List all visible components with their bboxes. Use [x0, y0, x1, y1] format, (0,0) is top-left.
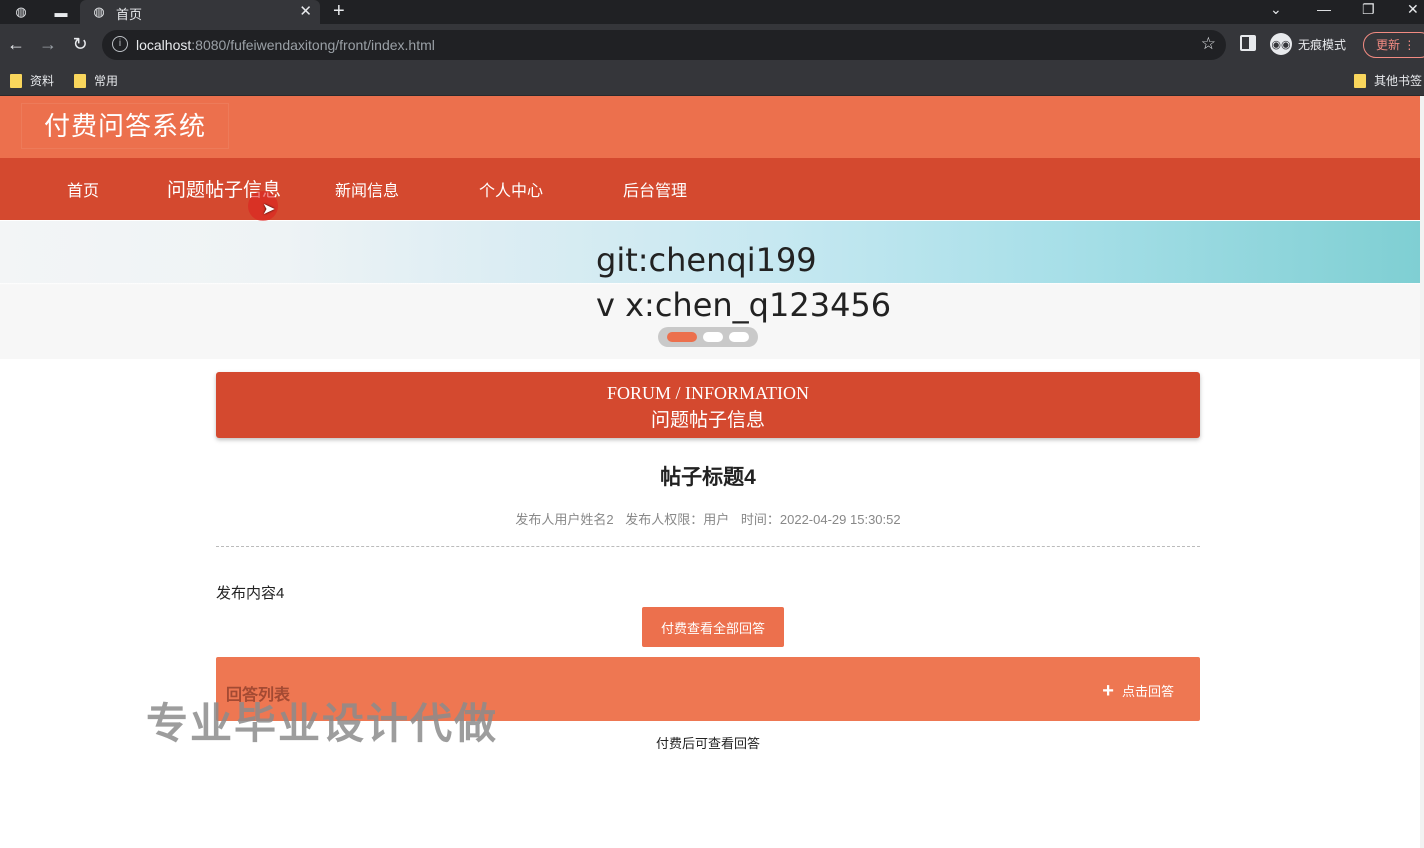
tab-title: 首页: [116, 7, 143, 22]
banner-carousel: git:chenqi199 v x:chen_q123456: [0, 221, 1420, 359]
divider: [216, 546, 1200, 547]
carousel-dot-active[interactable]: [667, 332, 697, 342]
bookmarks-bar: 资料 常用 其他书签: [0, 66, 1424, 96]
chevron-down-icon[interactable]: ⌄: [1270, 0, 1282, 18]
side-panel-icon[interactable]: [1240, 35, 1256, 51]
folder-icon: [74, 73, 86, 88]
section-heading-zh: 问题帖子信息: [650, 410, 765, 431]
update-button[interactable]: 更新 ⋮: [1363, 32, 1424, 58]
post-role: 发布人权限：用户: [625, 512, 730, 527]
banner-line-1: git:chenqi199: [596, 241, 817, 279]
post-author: 发布人用户姓名2: [515, 512, 614, 527]
post-meta: 发布人用户姓名2 发布人权限：用户 时间：2022-04-29 15:30:52: [216, 509, 1200, 528]
restore-button[interactable]: ❐: [1362, 0, 1375, 18]
globe-icon: ◍: [93, 4, 105, 19]
section-heading: FORUM / INFORMATION 问题帖子信息: [216, 372, 1200, 438]
pay-view-answers-button[interactable]: 付费查看全部回答: [642, 607, 784, 647]
nav-news[interactable]: 新闻信息: [335, 177, 399, 201]
bookmark-folder[interactable]: 资料: [10, 72, 54, 89]
site-logo[interactable]: 付费问答系统: [22, 104, 228, 148]
new-tab-button[interactable]: +: [333, 0, 345, 22]
address-bar[interactable]: i localhost:8080/fufeiwendaxitong/front/…: [102, 30, 1226, 60]
forward-arrow-icon[interactable]: →: [37, 33, 59, 55]
other-bookmarks[interactable]: 其他书签: [1354, 72, 1422, 89]
folder-icon: [10, 73, 22, 88]
incognito-indicator[interactable]: ◉◉ 无痕模式: [1270, 33, 1346, 55]
browser-tab-active[interactable]: ◍ 首页 ✕: [80, 0, 320, 24]
site-nav: 首页 问题帖子信息 新闻信息 个人中心 后台管理: [0, 158, 1420, 220]
url-text[interactable]: localhost:8080/fufeiwendaxitong/front/in…: [136, 37, 435, 53]
carousel-dot[interactable]: [703, 332, 723, 342]
window-icon[interactable]: ▬: [52, 3, 70, 21]
star-icon[interactable]: ☆: [1201, 34, 1216, 54]
nav-home[interactable]: 首页: [67, 177, 99, 201]
post-content: 发布内容4: [216, 585, 285, 602]
incognito-icon: ◉◉: [1270, 33, 1292, 55]
plus-icon: +: [1102, 679, 1114, 702]
close-icon[interactable]: ✕: [299, 2, 312, 20]
incognito-label: 无痕模式: [1298, 37, 1347, 52]
section-heading-en: FORUM / INFORMATION: [606, 383, 810, 403]
reply-button[interactable]: + 点击回答: [1102, 679, 1174, 702]
nav-personal-center[interactable]: 个人中心: [479, 177, 543, 201]
bookmark-folder[interactable]: 常用: [74, 72, 118, 89]
banner-line-2: v x:chen_q123456: [596, 286, 892, 324]
page-edge: [1420, 96, 1424, 848]
back-arrow-icon[interactable]: ←: [5, 33, 27, 55]
answers-hint: 付费后可查看回答: [655, 736, 760, 751]
carousel-dot[interactable]: [729, 332, 749, 342]
carousel-indicators: [658, 327, 758, 347]
post-time: 时间：2022-04-29 15:30:52: [740, 512, 901, 527]
browser-tab-strip: ◍ ▬ ◍ 首页 ✕ + ⌄ — ❐ ✕: [0, 0, 1424, 24]
nav-admin[interactable]: 后台管理: [623, 177, 687, 201]
info-icon[interactable]: i: [112, 36, 128, 52]
mouse-pointer-icon: ➤: [262, 201, 276, 218]
browser-toolbar: ← → ↻ i localhost:8080/fufeiwendaxitong/…: [0, 24, 1424, 66]
globe-icon[interactable]: ◍: [12, 3, 30, 21]
post-title: 帖子标题4: [660, 466, 756, 489]
reload-icon[interactable]: ↻: [69, 33, 91, 55]
folder-icon: [1354, 73, 1366, 88]
window-close-button[interactable]: ✕: [1407, 0, 1419, 18]
site-header: 付费问答系统: [0, 96, 1420, 158]
minimize-button[interactable]: —: [1317, 0, 1331, 18]
